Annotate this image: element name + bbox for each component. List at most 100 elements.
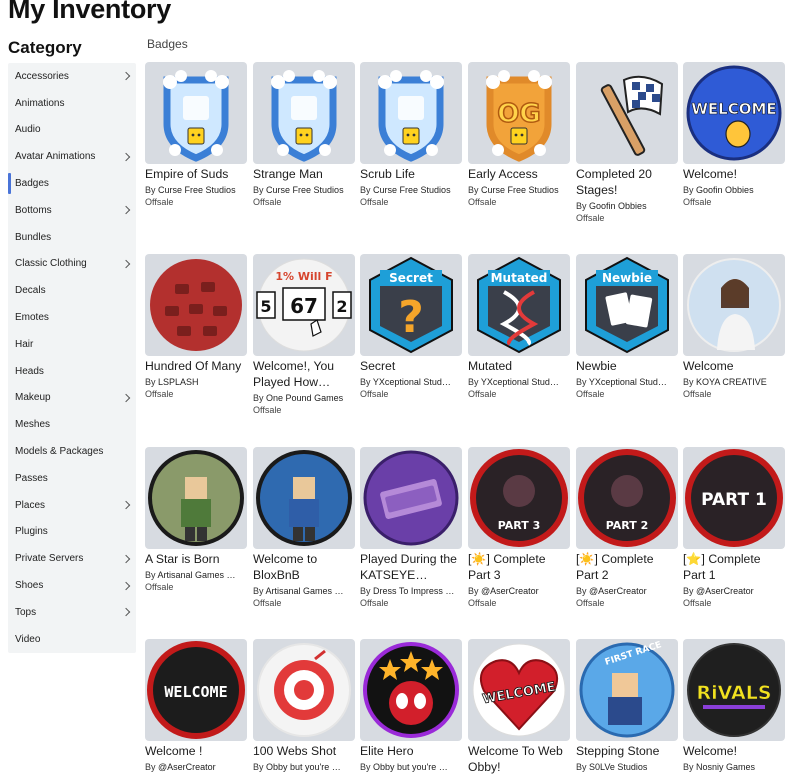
badge-thumbnail[interactable]: WELCOME xyxy=(468,639,570,741)
sidebar-item-decals[interactable]: Decals xyxy=(8,277,136,304)
creator-link[interactable]: KOYA CREATIVE xyxy=(696,377,767,387)
badge-thumbnail[interactable]: 1% Will F 5 67 2 xyxy=(253,254,355,356)
badge-card[interactable]: Secret? Secret By YXceptional Stud… Offsale xyxy=(360,254,462,400)
sidebar-item-makeup[interactable]: Makeup xyxy=(8,385,136,412)
badge-thumbnail[interactable]: RiVALS xyxy=(683,639,785,741)
creator-link[interactable]: @AserCreator xyxy=(158,762,216,772)
sidebar-item-plugins[interactable]: Plugins xyxy=(8,519,136,546)
sidebar-item-models-packages[interactable]: Models & Packages xyxy=(8,438,136,465)
badge-thumbnail[interactable] xyxy=(253,62,355,164)
badge-thumbnail[interactable]: Newbie xyxy=(576,254,678,356)
sidebar-item-classic-clothing[interactable]: Classic Clothing xyxy=(8,251,136,278)
creator-link[interactable]: Obby but you're … xyxy=(266,762,341,772)
badge-card[interactable]: Hundred Of Many By LSPLASH Offsale xyxy=(145,254,247,400)
creator-link[interactable]: Artisanal Games … xyxy=(158,570,236,580)
badge-thumbnail[interactable]: WELCOME xyxy=(145,639,247,741)
badge-thumbnail[interactable]: FIRST RACE xyxy=(576,639,678,741)
sidebar-item-emotes[interactable]: Emotes xyxy=(8,304,136,331)
sidebar-item-avatar-animations[interactable]: Avatar Animations xyxy=(8,143,136,170)
badge-thumbnail[interactable] xyxy=(145,254,247,356)
badge-name[interactable]: Welcome ! xyxy=(145,743,247,759)
badge-card[interactable]: FIRST RACE Stepping Stone By S0LVe Studio… xyxy=(576,639,678,773)
badge-thumbnail[interactable] xyxy=(576,62,678,164)
badge-thumbnail[interactable] xyxy=(145,447,247,549)
badge-name[interactable]: Empire of Suds xyxy=(145,166,247,182)
badge-name[interactable]: Welcome To Web Obby! xyxy=(468,743,570,775)
badge-card[interactable]: Played During the KATSEYE… By Dress To Im… xyxy=(360,447,462,609)
creator-link[interactable]: Nosniy Games xyxy=(696,762,755,772)
badge-card[interactable]: A Star is Born By Artisanal Games … Offsal… xyxy=(145,447,247,593)
badge-thumbnail[interactable] xyxy=(253,447,355,549)
badge-card[interactable]: Completed 20 Stages! By Goofin Obbies Offs… xyxy=(576,62,678,224)
badge-thumbnail[interactable] xyxy=(253,639,355,741)
badge-card[interactable]: RiVALS Welcome! By Nosniy Games xyxy=(683,639,785,773)
badge-card[interactable]: Scrub Life By Curse Free Studios Offsale xyxy=(360,62,462,208)
badge-card[interactable]: PART 3 [☀️] Complete Part 3 By @AserCreat… xyxy=(468,447,570,609)
creator-link[interactable]: Goofin Obbies xyxy=(696,185,754,195)
sidebar-item-bottoms[interactable]: Bottoms xyxy=(8,197,136,224)
sidebar-item-audio[interactable]: Audio xyxy=(8,117,136,144)
badge-card[interactable]: WELCOME Welcome ! By @AserCreator xyxy=(145,639,247,773)
badge-name[interactable]: Hundred Of Many xyxy=(145,358,247,374)
badge-name[interactable]: Welcome!, You Played How… xyxy=(253,358,355,390)
creator-link[interactable]: LSPLASH xyxy=(158,377,199,387)
creator-link[interactable]: Goofin Obbies xyxy=(589,201,647,211)
badge-card[interactable]: Strange Man By Curse Free Studios Offsale xyxy=(253,62,355,208)
sidebar-item-bundles[interactable]: Bundles xyxy=(8,224,136,251)
sidebar-item-accessories[interactable]: Accessories xyxy=(8,63,136,90)
badge-name[interactable]: 100 Webs Shot xyxy=(253,743,355,759)
badge-name[interactable]: Secret xyxy=(360,358,462,374)
sidebar-item-places[interactable]: Places xyxy=(8,492,136,519)
badge-card[interactable]: Welcome By KOYA CREATIVE Offsale xyxy=(683,254,785,400)
creator-link[interactable]: Dress To Impress … xyxy=(373,586,454,596)
badge-card[interactable]: OG Early Access By Curse Free Studios Offs… xyxy=(468,62,570,208)
badge-name[interactable]: Welcome! xyxy=(683,743,785,759)
creator-link[interactable]: Artisanal Games … xyxy=(266,586,344,596)
sidebar-item-hair[interactable]: Hair xyxy=(8,331,136,358)
badge-thumbnail[interactable] xyxy=(360,62,462,164)
badge-thumbnail[interactable]: WELCOME xyxy=(683,62,785,164)
badge-name[interactable]: [☀️] Complete Part 3 xyxy=(468,551,570,583)
creator-link[interactable]: Curse Free Studios xyxy=(373,185,451,195)
badge-card[interactable]: Empire of Suds By Curse Free Studios Offsa… xyxy=(145,62,247,208)
sidebar-item-tops[interactable]: Tops xyxy=(8,599,136,626)
creator-link[interactable]: One Pound Games xyxy=(266,393,343,403)
badge-card[interactable]: Welcome to BloxBnB By Artisanal Games … Of… xyxy=(253,447,355,609)
badge-thumbnail[interactable] xyxy=(145,62,247,164)
creator-link[interactable]: @AserCreator xyxy=(481,586,539,596)
sidebar-item-video[interactable]: Video xyxy=(8,626,136,653)
creator-link[interactable]: Curse Free Studios xyxy=(158,185,236,195)
badge-name[interactable]: Mutated xyxy=(468,358,570,374)
sidebar-item-animations[interactable]: Animations xyxy=(8,90,136,117)
badge-name[interactable]: Welcome! xyxy=(683,166,785,182)
badge-name[interactable]: [☀️] Complete Part 2 xyxy=(576,551,678,583)
badge-name[interactable]: Completed 20 Stages! xyxy=(576,166,678,198)
badge-thumbnail[interactable] xyxy=(360,447,462,549)
creator-link[interactable]: Obby but you're … xyxy=(373,762,448,772)
badge-card[interactable]: 100 Webs Shot By Obby but you're … xyxy=(253,639,355,773)
badge-card[interactable]: Newbie Newbie By YXceptional Stud… Offsale xyxy=(576,254,678,400)
badge-thumbnail[interactable]: PART 3 xyxy=(468,447,570,549)
badge-card[interactable]: PART 1 [⭐] Complete Part 1 By @AserCreato… xyxy=(683,447,785,609)
badge-thumbnail[interactable] xyxy=(683,254,785,356)
badge-name[interactable]: A Star is Born xyxy=(145,551,247,567)
badge-thumbnail[interactable]: OG xyxy=(468,62,570,164)
badge-card[interactable]: WELCOME Welcome! By Goofin Obbies Offsale xyxy=(683,62,785,208)
creator-link[interactable]: YXceptional Stud… xyxy=(481,377,559,387)
badge-card[interactable]: PART 2 [☀️] Complete Part 2 By @AserCreat… xyxy=(576,447,678,609)
creator-link[interactable]: YXceptional Stud… xyxy=(589,377,667,387)
creator-link[interactable]: Curse Free Studios xyxy=(266,185,344,195)
badge-card[interactable]: WELCOMEWelcome To Web Obby!By S0LVe Stud… xyxy=(468,639,570,775)
creator-link[interactable]: @AserCreator xyxy=(589,586,647,596)
badge-name[interactable]: Stepping Stone xyxy=(576,743,678,759)
creator-link[interactable]: @AserCreator xyxy=(696,586,754,596)
sidebar-item-passes[interactable]: Passes xyxy=(8,465,136,492)
badge-card[interactable]: Mutated Mutated By YXceptional Stud… Offsal… xyxy=(468,254,570,400)
badge-name[interactable]: [⭐] Complete Part 1 xyxy=(683,551,785,583)
badge-name[interactable]: Elite Hero xyxy=(360,743,462,759)
sidebar-item-badges[interactable]: Badges xyxy=(8,170,136,197)
creator-link[interactable]: Curse Free Studios xyxy=(481,185,559,195)
sidebar-item-meshes[interactable]: Meshes xyxy=(8,411,136,438)
badge-thumbnail[interactable]: Mutated xyxy=(468,254,570,356)
badge-thumbnail[interactable] xyxy=(360,639,462,741)
